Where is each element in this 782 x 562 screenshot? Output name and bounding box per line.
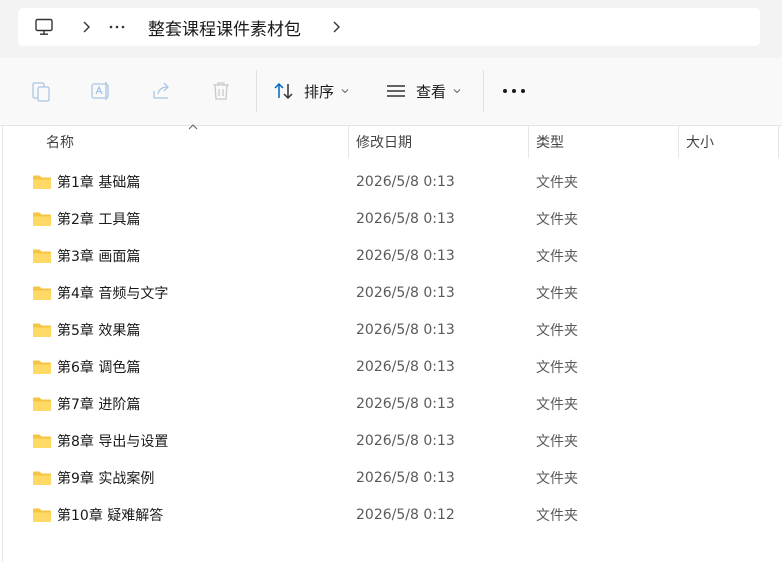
folder-icon [32, 311, 52, 348]
breadcrumb-chevron-icon[interactable] [328, 8, 344, 46]
folder-icon [32, 163, 52, 200]
view-list-icon [387, 85, 405, 97]
copy-icon [32, 82, 50, 102]
file-row[interactable]: 第2章 工具篇 2026/5/8 0:13 文件夹 [0, 200, 782, 237]
file-date: 2026/5/8 0:13 [356, 247, 455, 264]
file-type: 文件夹 [536, 248, 578, 265]
column-header-date[interactable]: 修改日期 [356, 126, 412, 158]
folder-icon [32, 459, 52, 496]
rename-button[interactable] [89, 58, 113, 124]
column-divider[interactable] [348, 126, 349, 158]
file-date: 2026/5/8 0:13 [356, 395, 455, 412]
file-name[interactable]: 第5章 效果篇 [57, 311, 140, 348]
file-name[interactable]: 第3章 画面篇 [57, 237, 140, 274]
address-bar[interactable]: 整套课程课件素材包 [18, 8, 760, 46]
toolbar-divider [256, 70, 257, 112]
file-row[interactable]: 第6章 调色篇 2026/5/8 0:13 文件夹 [0, 348, 782, 385]
chevron-down-icon [341, 89, 349, 94]
file-row[interactable]: 第3章 画面篇 2026/5/8 0:13 文件夹 [0, 237, 782, 274]
file-row[interactable]: 第8章 导出与设置 2026/5/8 0:13 文件夹 [0, 422, 782, 459]
column-header-type[interactable]: 类型 [536, 126, 564, 158]
file-date: 2026/5/8 0:13 [356, 358, 455, 375]
file-name[interactable]: 第2章 工具篇 [57, 200, 140, 237]
folder-icon [32, 385, 52, 422]
file-name[interactable]: 第9章 实战案例 [57, 459, 154, 496]
file-name[interactable]: 第7章 进阶篇 [57, 385, 140, 422]
file-row[interactable]: 第10章 疑难解答 2026/5/8 0:12 文件夹 [0, 496, 782, 533]
computer-icon[interactable] [34, 8, 54, 46]
folder-icon [32, 200, 52, 237]
file-date: 2026/5/8 0:13 [356, 469, 455, 486]
file-type: 文件夹 [536, 174, 578, 191]
file-type: 文件夹 [536, 322, 578, 339]
more-options-button[interactable] [502, 58, 526, 124]
address-area: 整套课程课件素材包 [0, 0, 782, 58]
file-row[interactable]: 第1章 基础篇 2026/5/8 0:13 文件夹 [0, 163, 782, 200]
folder-icon [32, 237, 52, 274]
file-row[interactable]: 第7章 进阶篇 2026/5/8 0:13 文件夹 [0, 385, 782, 422]
breadcrumb-chevron-icon[interactable] [78, 8, 94, 46]
column-headers: 名称 修改日期 类型 大小 [0, 124, 782, 158]
file-type: 文件夹 [536, 507, 578, 524]
column-header-name[interactable]: 名称 [46, 126, 74, 158]
column-divider[interactable] [528, 126, 529, 158]
folder-icon [32, 496, 52, 533]
command-bar: 排序 查看 [0, 58, 782, 126]
share-button[interactable] [150, 58, 174, 124]
file-type: 文件夹 [536, 211, 578, 228]
file-row[interactable]: 第9章 实战案例 2026/5/8 0:13 文件夹 [0, 459, 782, 496]
file-type: 文件夹 [536, 396, 578, 413]
file-date: 2026/5/8 0:12 [356, 506, 455, 523]
file-name[interactable]: 第4章 音频与文字 [57, 274, 168, 311]
file-date: 2026/5/8 0:13 [356, 210, 455, 227]
file-row[interactable]: 第5章 效果篇 2026/5/8 0:13 文件夹 [0, 311, 782, 348]
file-name[interactable]: 第1章 基础篇 [57, 163, 140, 200]
file-date: 2026/5/8 0:13 [356, 284, 455, 301]
file-date: 2026/5/8 0:13 [356, 432, 455, 449]
file-type: 文件夹 [536, 433, 578, 450]
file-row[interactable]: 第4章 音频与文字 2026/5/8 0:13 文件夹 [0, 274, 782, 311]
folder-icon [32, 348, 52, 385]
folder-icon [32, 274, 52, 311]
trash-icon [213, 82, 229, 100]
breadcrumb-current-folder[interactable]: 整套课程课件素材包 [148, 8, 301, 46]
sort-ascending-icon [188, 124, 198, 130]
view-label: 查看 [416, 82, 447, 101]
rename-icon [91, 82, 109, 100]
sort-label: 排序 [304, 82, 335, 101]
sort-button[interactable]: 排序 [273, 58, 350, 124]
copy-button[interactable] [30, 58, 52, 124]
file-type: 文件夹 [536, 359, 578, 376]
ellipsis-icon[interactable] [108, 8, 126, 46]
share-icon [153, 82, 169, 99]
file-name[interactable]: 第8章 导出与设置 [57, 422, 168, 459]
file-name[interactable]: 第10章 疑难解答 [57, 496, 163, 533]
folder-icon [32, 422, 52, 459]
file-type: 文件夹 [536, 470, 578, 487]
sort-icon [274, 82, 293, 100]
column-divider[interactable] [678, 126, 679, 158]
file-date: 2026/5/8 0:13 [356, 173, 455, 190]
file-date: 2026/5/8 0:13 [356, 321, 455, 338]
column-header-size[interactable]: 大小 [686, 126, 714, 158]
chevron-down-icon [453, 89, 461, 94]
file-name[interactable]: 第6章 调色篇 [57, 348, 140, 385]
column-divider[interactable] [778, 126, 779, 158]
more-dots-icon [503, 89, 525, 93]
delete-button[interactable] [210, 58, 232, 124]
view-button[interactable]: 查看 [385, 58, 462, 124]
file-type: 文件夹 [536, 285, 578, 302]
toolbar-divider [483, 70, 484, 112]
